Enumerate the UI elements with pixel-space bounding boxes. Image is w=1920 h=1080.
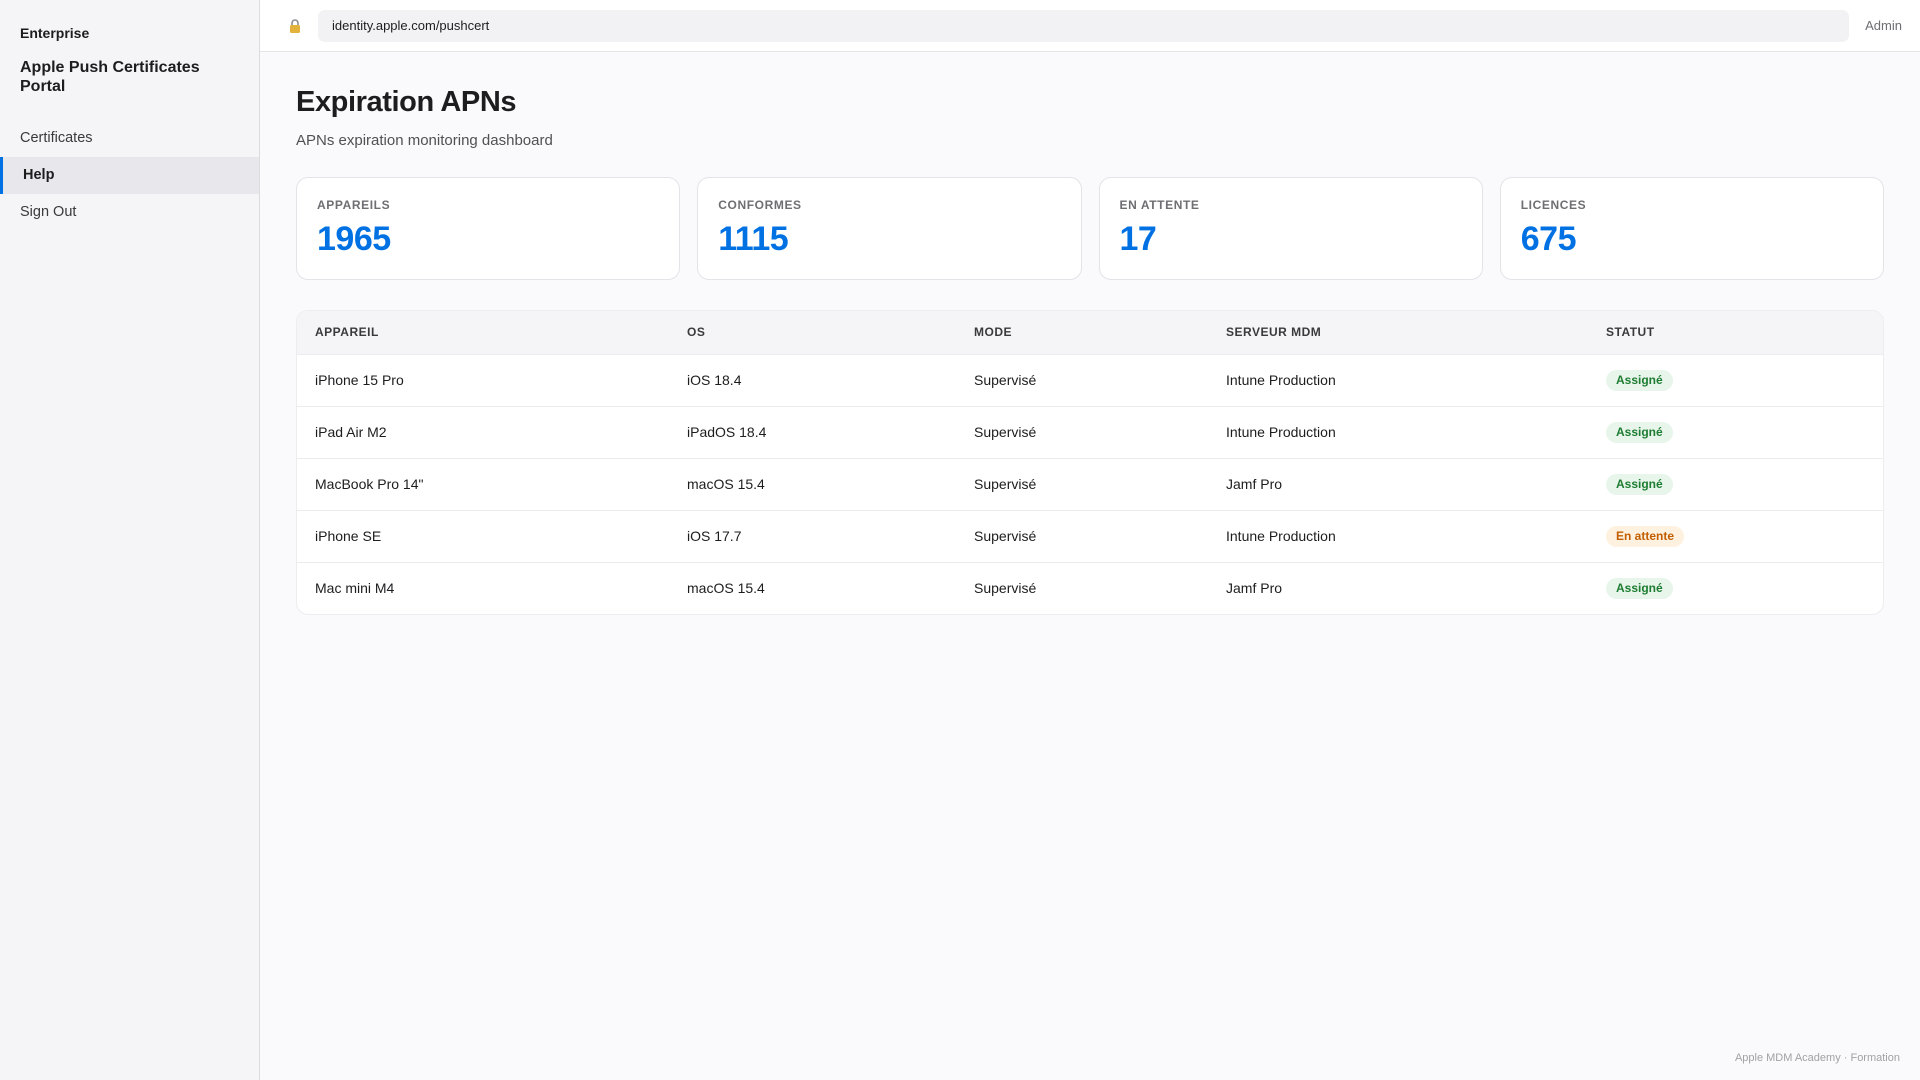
cell-status: Assigné bbox=[1588, 562, 1883, 614]
cell-os: macOS 15.4 bbox=[687, 476, 765, 492]
sidebar-item-certificates[interactable]: Certificates bbox=[0, 120, 259, 157]
cell-status: Assigné bbox=[1588, 354, 1883, 406]
cell-os: iOS 18.4 bbox=[687, 372, 742, 388]
cell-status: Assigné bbox=[1588, 458, 1883, 510]
user-menu[interactable]: Admin bbox=[1865, 18, 1902, 33]
page-content: Expiration APNs APNs expiration monitori… bbox=[260, 52, 1920, 615]
cell-server: Intune Production bbox=[1226, 424, 1336, 440]
stats-cards: APPAREILS 1965 CONFORMES 1115 EN ATTENTE… bbox=[296, 177, 1884, 280]
status-badge: Assigné bbox=[1606, 421, 1673, 443]
column-header-statut[interactable]: STATUT bbox=[1588, 311, 1883, 354]
sidebar: Enterprise Apple Push Certificates Porta… bbox=[0, 0, 260, 1080]
stat-label: EN ATTENTE bbox=[1119, 198, 1200, 212]
column-header-mode[interactable]: MODE bbox=[956, 311, 1208, 354]
sidebar-nav: Certificates Help Sign Out bbox=[0, 120, 259, 231]
table-row[interactable]: iPhone SE iOS 17.7 Supervisé Intune Prod… bbox=[297, 510, 1883, 562]
stat-value: 1965 bbox=[317, 220, 391, 258]
cell-os: macOS 15.4 bbox=[687, 580, 765, 597]
portal-title: Apple Push Certificates Portal bbox=[20, 59, 200, 95]
cell-server: Jamf Pro bbox=[1226, 476, 1283, 492]
cell-mode: Supervisé bbox=[974, 476, 1037, 492]
status-badge: Assigné bbox=[1606, 369, 1673, 391]
stat-card-conformes: CONFORMES 1115 bbox=[697, 177, 1082, 280]
footer-credit: Apple MDM Academy · Formation bbox=[1734, 1052, 1900, 1064]
cell-mode: Supervisé bbox=[974, 528, 1037, 544]
cell-os: iOS 17.7 bbox=[687, 528, 742, 544]
brand-label: Enterprise bbox=[20, 25, 90, 41]
cell-mode: Supervisé bbox=[974, 580, 1037, 597]
cell-server: Intune Production bbox=[1226, 372, 1336, 388]
stat-card-licences: LICENCES 675 bbox=[1499, 177, 1884, 280]
sidebar-item-help[interactable]: Help bbox=[0, 157, 259, 194]
table-row[interactable]: MacBook Pro 14" macOS 15.4 Supervisé Jam… bbox=[297, 458, 1883, 510]
cell-device: iPad Air M2 bbox=[315, 424, 387, 440]
status-badge: En attente bbox=[1606, 525, 1685, 547]
column-header-os[interactable]: OS bbox=[669, 311, 956, 354]
cell-device: iPhone SE bbox=[315, 528, 382, 544]
stat-value: 1115 bbox=[718, 220, 789, 258]
main-area: identity.apple.com/pushcert Admin Expira… bbox=[260, 0, 1920, 1080]
top-bar: identity.apple.com/pushcert Admin bbox=[260, 0, 1920, 52]
stat-value: 675 bbox=[1520, 220, 1577, 258]
stat-label: CONFORMES bbox=[718, 198, 802, 212]
stat-label: APPAREILS bbox=[317, 198, 391, 212]
cell-server: Intune Production bbox=[1226, 528, 1336, 544]
cell-status: En attente bbox=[1588, 510, 1883, 562]
stat-card-appareils: APPAREILS 1965 bbox=[296, 177, 681, 280]
cell-mode: Supervisé bbox=[974, 372, 1037, 388]
table-header-row: APPAREIL OS MODE SERVEUR MDM STATUT bbox=[297, 311, 1883, 354]
status-badge: Assigné bbox=[1606, 473, 1673, 495]
table-row[interactable]: iPad Air M2 iPadOS 18.4 Supervisé Intune… bbox=[297, 406, 1883, 458]
cell-os: iPadOS 18.4 bbox=[687, 424, 767, 440]
cell-server: Jamf Pro bbox=[1226, 580, 1283, 597]
stat-card-en-attente: EN ATTENTE 17 bbox=[1098, 177, 1483, 280]
stat-value: 17 bbox=[1119, 220, 1157, 258]
devices-table-container: APPAREIL OS MODE SERVEUR MDM STATUT iPho… bbox=[296, 310, 1884, 615]
page-title: Expiration APNs bbox=[296, 86, 517, 118]
cell-device: MacBook Pro 14" bbox=[315, 476, 424, 492]
cell-device: Mac mini M4 bbox=[315, 580, 395, 597]
table-row[interactable]: Mac mini M4 macOS 15.4 Supervisé Jamf Pr… bbox=[297, 562, 1883, 614]
devices-table: APPAREIL OS MODE SERVEUR MDM STATUT iPho… bbox=[297, 311, 1883, 614]
cell-status: Assigné bbox=[1588, 406, 1883, 458]
lock-icon bbox=[288, 18, 302, 33]
column-header-appareil[interactable]: APPAREIL bbox=[297, 311, 669, 354]
url-field[interactable]: identity.apple.com/pushcert bbox=[318, 9, 1850, 42]
column-header-serveur-mdm[interactable]: SERVEUR MDM bbox=[1208, 311, 1588, 354]
app-window: Enterprise Apple Push Certificates Porta… bbox=[0, 0, 1920, 1080]
cell-mode: Supervisé bbox=[974, 424, 1037, 440]
stat-label: LICENCES bbox=[1520, 198, 1587, 212]
status-badge: Assigné bbox=[1606, 577, 1673, 599]
page-subtitle: APNs expiration monitoring dashboard bbox=[296, 132, 553, 149]
table-row[interactable]: iPhone 15 Pro iOS 18.4 Supervisé Intune … bbox=[297, 354, 1883, 406]
sidebar-item-sign-out[interactable]: Sign Out bbox=[0, 194, 259, 231]
cell-device: iPhone 15 Pro bbox=[315, 372, 404, 388]
